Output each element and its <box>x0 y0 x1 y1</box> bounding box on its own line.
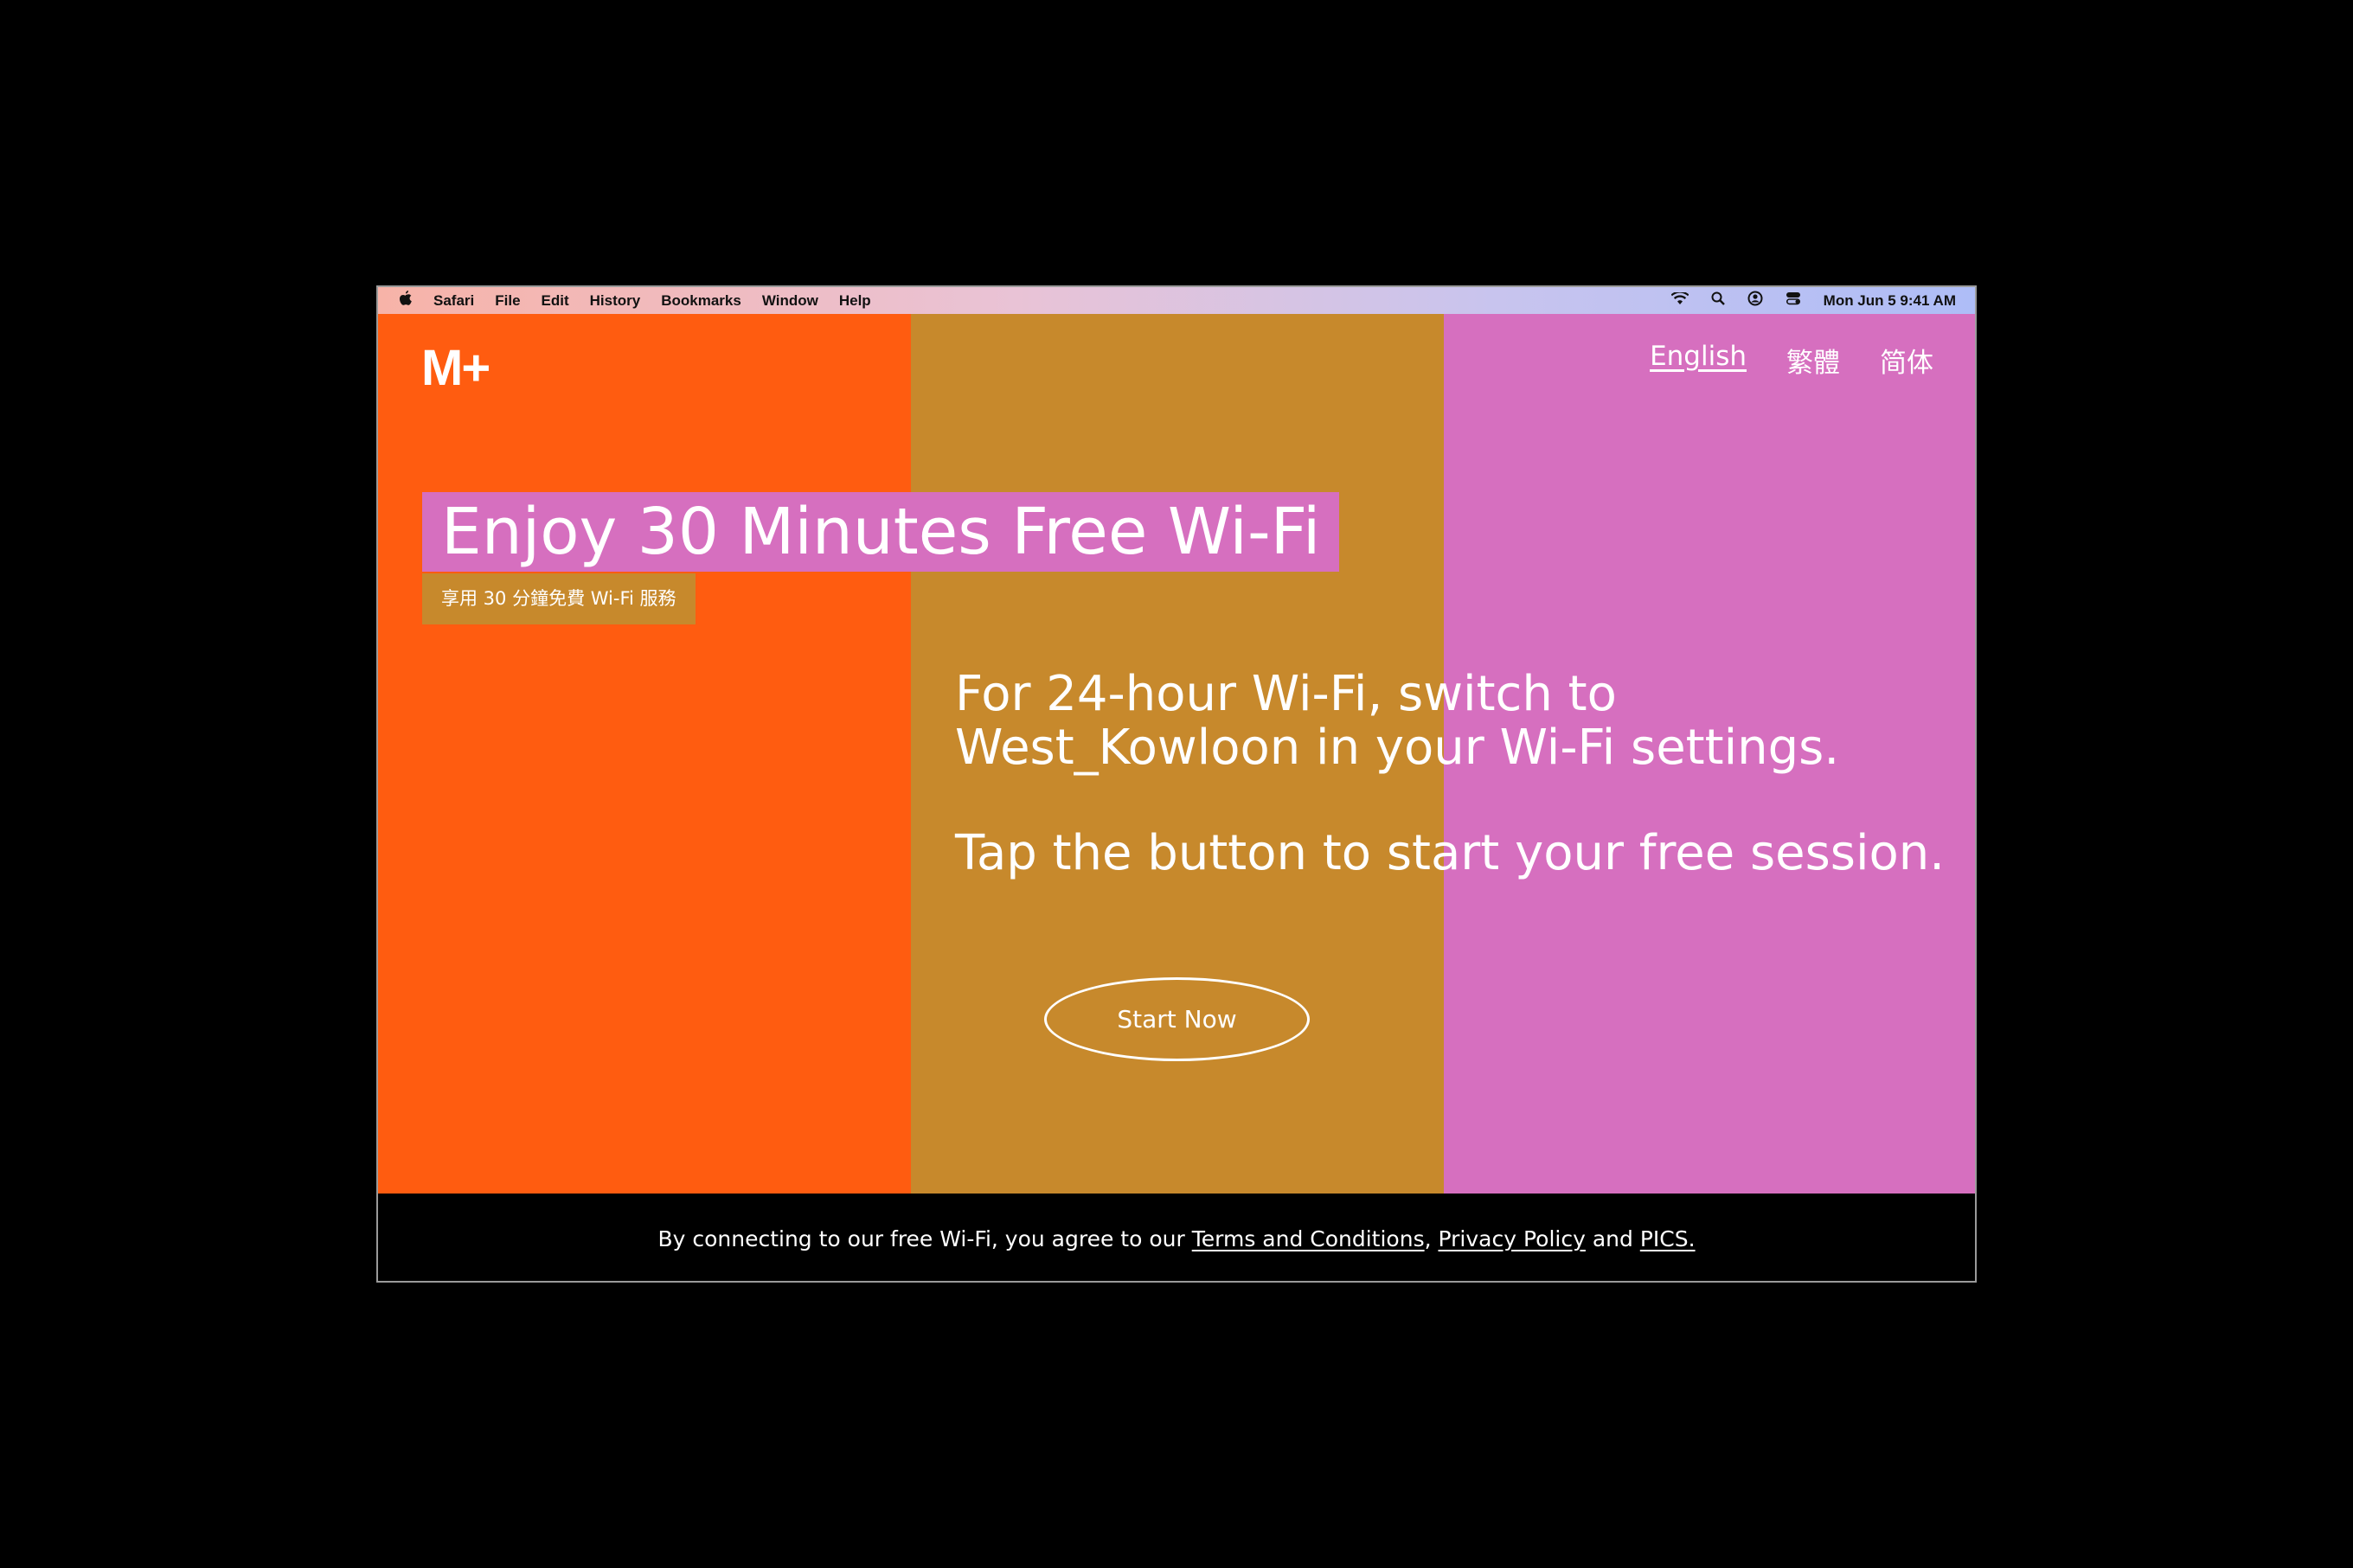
privacy-policy-link[interactable]: Privacy Policy <box>1439 1226 1586 1251</box>
menu-bookmarks[interactable]: Bookmarks <box>661 292 741 310</box>
instruction-line: For 24-hour Wi-Fi, switch to <box>955 666 1617 722</box>
pics-link[interactable]: PICS. <box>1640 1226 1696 1251</box>
footer-and: and <box>1585 1226 1640 1251</box>
search-icon[interactable] <box>1711 291 1725 310</box>
menu-history[interactable]: History <box>590 292 641 310</box>
m-plus-logo[interactable]: M+ <box>421 339 490 397</box>
page-subtitle-chinese: 享用 30 分鐘免費 Wi-Fi 服務 <box>422 573 696 624</box>
control-center-icon[interactable] <box>1786 291 1801 310</box>
menu-bar: Safari File Edit History Bookmarks Windo… <box>378 287 1975 314</box>
footer-separator: , <box>1424 1226 1439 1251</box>
lang-simplified-chinese[interactable]: 简体 <box>1880 341 1933 380</box>
menu-help[interactable]: Help <box>839 292 871 310</box>
language-switcher: English 繁體 简体 <box>1650 341 1933 380</box>
safari-window: Safari File Edit History Bookmarks Windo… <box>376 285 1977 1283</box>
instructions: For 24-hour Wi-Fi, switch to West_Kowloon… <box>955 668 1945 880</box>
lang-traditional-chinese[interactable]: 繁體 <box>1786 341 1840 380</box>
menu-app-safari[interactable]: Safari <box>433 292 474 310</box>
menu-clock[interactable]: Mon Jun 5 9:41 AM <box>1824 292 1956 310</box>
terms-link[interactable]: Terms and Conditions <box>1192 1226 1425 1251</box>
menu-edit[interactable]: Edit <box>542 292 569 310</box>
user-icon[interactable] <box>1747 291 1763 310</box>
page-title: Enjoy 30 Minutes Free Wi-Fi <box>422 492 1340 572</box>
instruction-line: West_Kowloon in your Wi-Fi settings. <box>955 720 1840 776</box>
lang-english[interactable]: English <box>1650 341 1747 380</box>
apple-icon[interactable] <box>399 290 413 311</box>
footer-text: By connecting to our free Wi-Fi, you agr… <box>657 1226 1192 1251</box>
menu-window[interactable]: Window <box>762 292 818 310</box>
wifi-icon[interactable] <box>1670 291 1689 310</box>
menu-file[interactable]: File <box>495 292 520 310</box>
start-now-button[interactable]: Start Now <box>1044 977 1310 1061</box>
instruction-line: Tap the button to start your free sessio… <box>955 825 1946 881</box>
footer-terms: By connecting to our free Wi-Fi, you agr… <box>378 1194 1975 1281</box>
orange-panel <box>378 314 911 1194</box>
